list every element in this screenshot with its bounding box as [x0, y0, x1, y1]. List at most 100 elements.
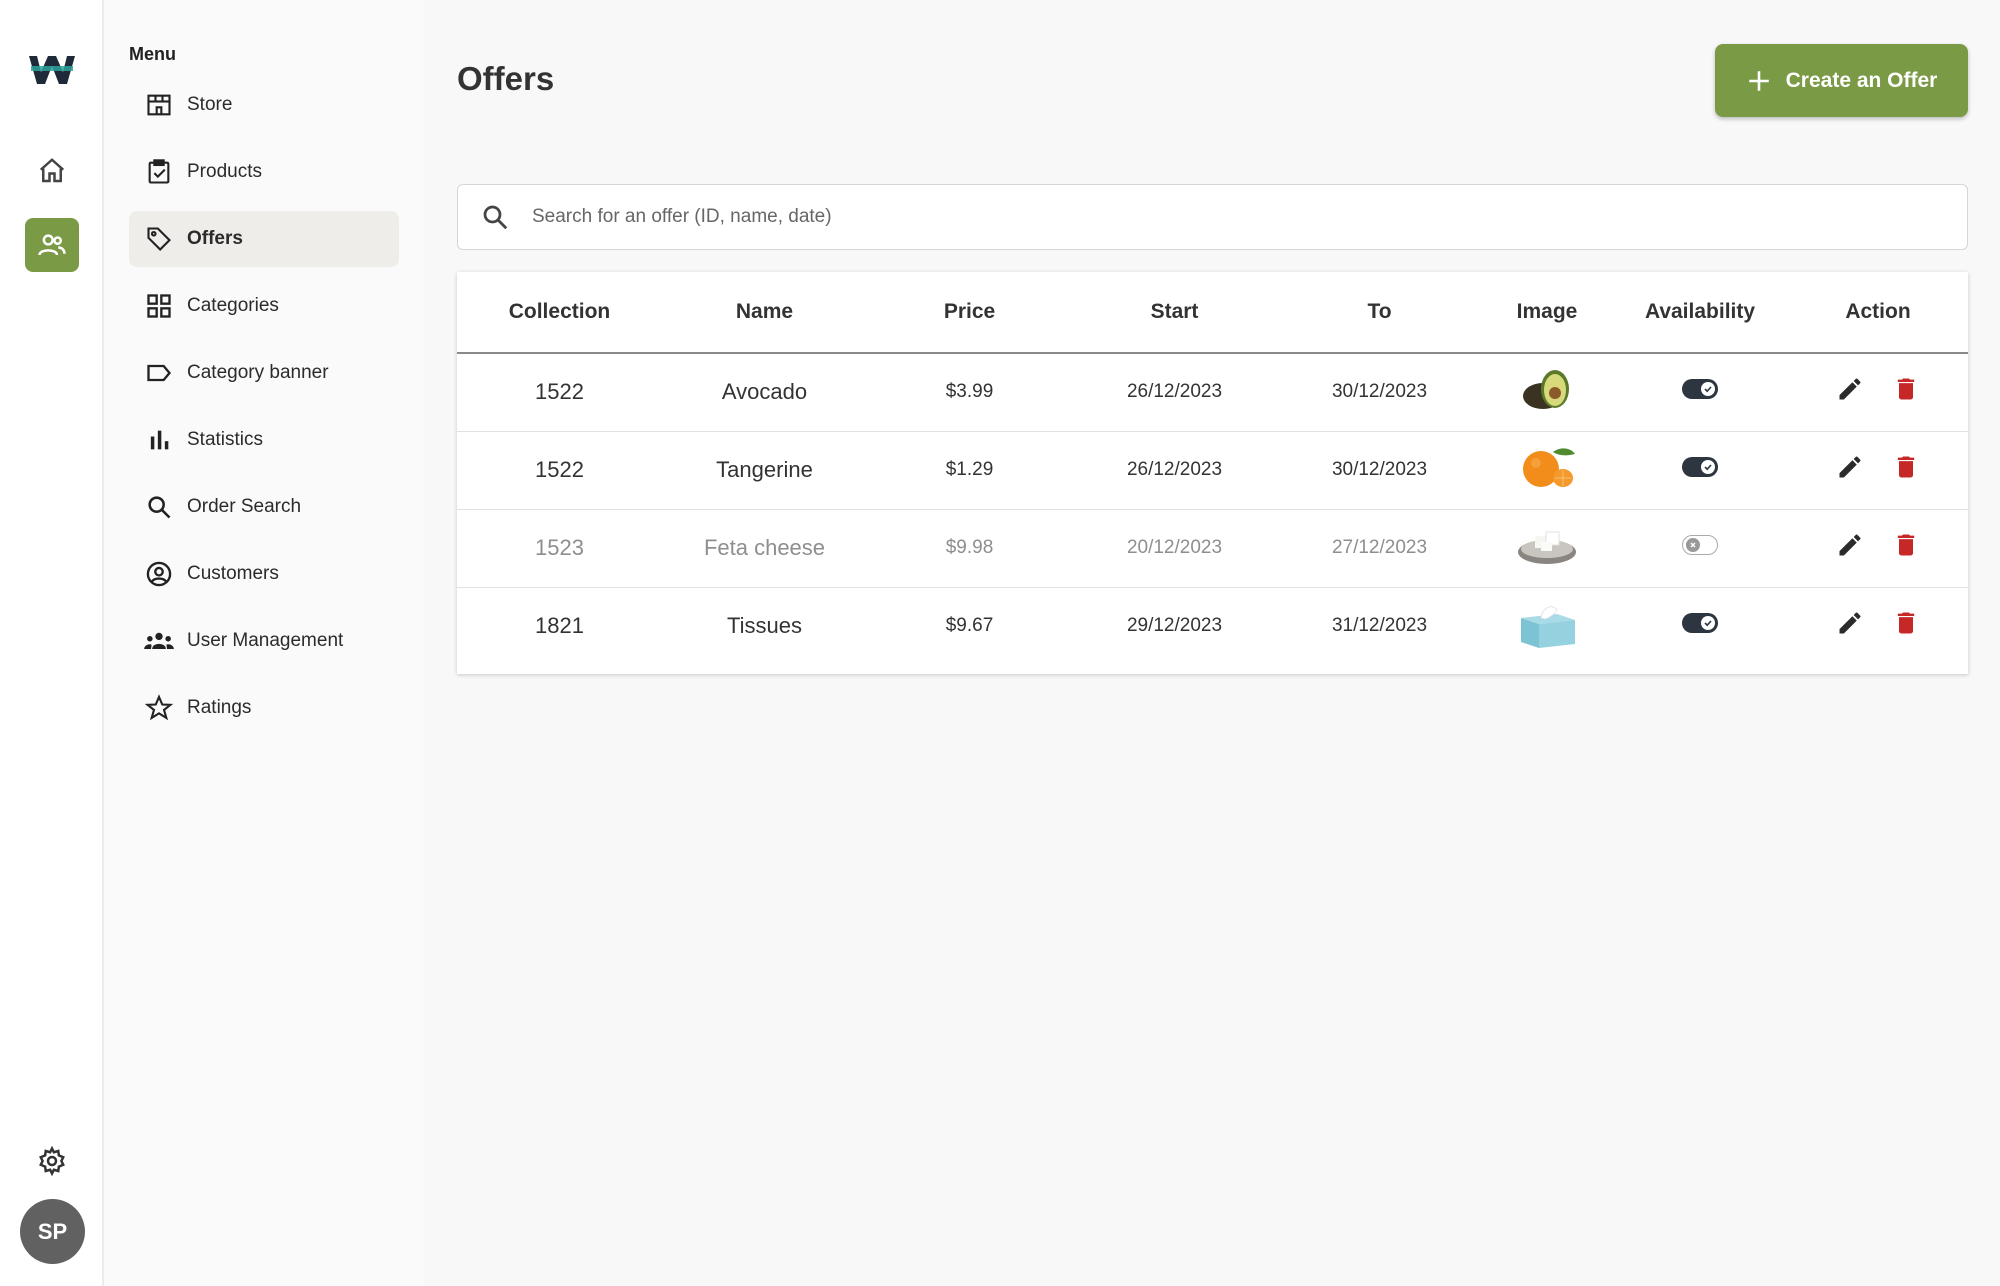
- sidebar-item-label: Products: [187, 161, 262, 182]
- people-icon: [38, 234, 66, 256]
- user-avatar[interactable]: SP: [20, 1199, 85, 1264]
- cell-name: Avocado: [662, 353, 867, 432]
- search-input[interactable]: [532, 206, 1832, 228]
- column-header-availability[interactable]: Availability: [1612, 272, 1788, 354]
- sidebar-item-user-management[interactable]: User Management: [129, 613, 399, 669]
- cell-start: 29/12/2023: [1126, 615, 1223, 637]
- column-header-start[interactable]: Start: [1072, 272, 1277, 354]
- clipboard-check-icon: [143, 156, 175, 188]
- cell-name: Feta cheese: [662, 509, 867, 588]
- account-circle-icon: [143, 558, 175, 590]
- bar-chart-icon: [143, 424, 175, 456]
- label-icon: [143, 357, 175, 389]
- cell-action: [1788, 587, 1968, 665]
- delete-icon[interactable]: [1892, 531, 1920, 559]
- check-icon: [1701, 382, 1715, 397]
- cell-price: $9.98: [867, 509, 1072, 588]
- search-icon: [143, 491, 175, 523]
- sidebar-item-offers[interactable]: Offers: [129, 211, 399, 267]
- edit-icon[interactable]: [1836, 453, 1864, 481]
- column-header-to[interactable]: To: [1277, 272, 1482, 354]
- column-header-name[interactable]: Name: [662, 272, 867, 354]
- availability-toggle[interactable]: [1682, 535, 1718, 555]
- column-header-collection[interactable]: Collection: [457, 272, 662, 354]
- cell-availability: [1612, 509, 1788, 588]
- table-header-row: Collection Name Price Start To Image Ava…: [457, 272, 1968, 354]
- cell-price: $1.29: [867, 431, 1072, 510]
- edit-icon[interactable]: [1836, 531, 1864, 559]
- search-bar[interactable]: [457, 184, 1968, 250]
- cell-to: 31/12/2023: [1331, 615, 1428, 637]
- brand-logo[interactable]: [27, 52, 77, 88]
- sidebar-item-label: Order Search: [187, 496, 302, 517]
- sidebar-item-label: Category banner: [187, 362, 329, 383]
- cell-action: [1788, 431, 1968, 510]
- sidebar-item-label: User Management: [187, 630, 344, 651]
- edit-icon[interactable]: [1836, 609, 1864, 637]
- cell-name: Tissues: [727, 613, 802, 639]
- column-header-action: Action: [1788, 272, 1968, 354]
- sidebar-item-label: Ratings: [187, 697, 252, 718]
- table-row: 1522 Avocado $3.99 26/12/2023 30/12/2023: [457, 353, 1968, 432]
- plus-icon: [1746, 68, 1772, 94]
- sidebar-item-categories[interactable]: Categories: [129, 278, 399, 334]
- sidebar-item-order-search[interactable]: Order Search: [129, 479, 399, 535]
- availability-toggle[interactable]: [1682, 613, 1718, 634]
- sidebar-item-products[interactable]: Products: [129, 144, 399, 200]
- offers-table: Collection Name Price Start To Image Ava…: [457, 272, 1968, 674]
- cell-availability: [1612, 353, 1788, 432]
- sidebar-item-label: Statistics: [187, 429, 264, 450]
- cell-collection: 1821: [535, 613, 584, 639]
- availability-toggle[interactable]: [1682, 457, 1718, 477]
- cell-to: 30/12/2023: [1277, 431, 1482, 510]
- cell-start: 20/12/2023: [1072, 509, 1277, 588]
- sidebar-item-label: Customers: [187, 563, 279, 584]
- table-row: 1523 Feta cheese $9.98 20/12/2023 27/12/…: [457, 509, 1968, 588]
- cell-image: [1482, 587, 1612, 665]
- page-title: Offers: [457, 60, 555, 97]
- edit-icon[interactable]: [1836, 375, 1864, 403]
- cell-action: [1788, 509, 1968, 588]
- group-icon: [143, 625, 175, 657]
- cell-action: [1788, 353, 1968, 432]
- table-row: 1821 Tissues $9.67 29/12/2023 31/12/2023: [457, 587, 1968, 665]
- cell-to: 27/12/2023: [1277, 509, 1482, 588]
- check-icon: [1701, 460, 1715, 474]
- avocado-image: [1523, 370, 1569, 410]
- sidebar-menu: Menu Store Products Offers Categories Ca…: [106, 0, 424, 1286]
- sidebar-item-label: Categories: [187, 295, 279, 316]
- delete-icon[interactable]: [1892, 375, 1920, 403]
- sidebar-item-label: Offers: [187, 228, 243, 249]
- menu-title: Menu: [129, 44, 176, 64]
- sidebar-item-label: Store: [187, 94, 233, 115]
- sidebar-item-ratings[interactable]: Ratings: [129, 680, 399, 736]
- delete-icon[interactable]: [1892, 609, 1920, 637]
- search-icon: [483, 205, 508, 230]
- cell-image: [1482, 509, 1612, 588]
- sidebar-item-customers[interactable]: Customers: [129, 546, 399, 602]
- feta-cheese-image: [1518, 531, 1576, 564]
- settings-button[interactable]: [25, 1134, 79, 1188]
- star-icon: [143, 692, 175, 724]
- sidebar-item-category-banner[interactable]: Category banner: [129, 345, 399, 401]
- home-button[interactable]: [25, 144, 79, 198]
- delete-icon[interactable]: [1892, 453, 1920, 481]
- grid-icon: [143, 290, 175, 322]
- check-icon: [1701, 616, 1715, 631]
- create-offer-button[interactable]: Create an Offer: [1715, 44, 1968, 117]
- gear-icon: [39, 1146, 65, 1176]
- cell-name: Tangerine: [662, 431, 867, 510]
- cell-start: 26/12/2023: [1072, 353, 1277, 432]
- nav-rail: SP: [0, 0, 104, 1286]
- cell-price: $3.99: [867, 353, 1072, 432]
- availability-toggle[interactable]: [1682, 379, 1718, 400]
- table-row: 1522 Tangerine $1.29 26/12/2023 30/12/20…: [457, 431, 1968, 510]
- sidebar-item-statistics[interactable]: Statistics: [129, 412, 399, 468]
- sidebar-item-store[interactable]: Store: [129, 77, 399, 133]
- cell-availability: [1612, 431, 1788, 510]
- cell-availability: [1612, 587, 1788, 665]
- column-header-price[interactable]: Price: [867, 272, 1072, 354]
- users-button[interactable]: [25, 218, 79, 272]
- cell-collection: 1522: [457, 431, 662, 510]
- tissues-image: [1521, 606, 1575, 649]
